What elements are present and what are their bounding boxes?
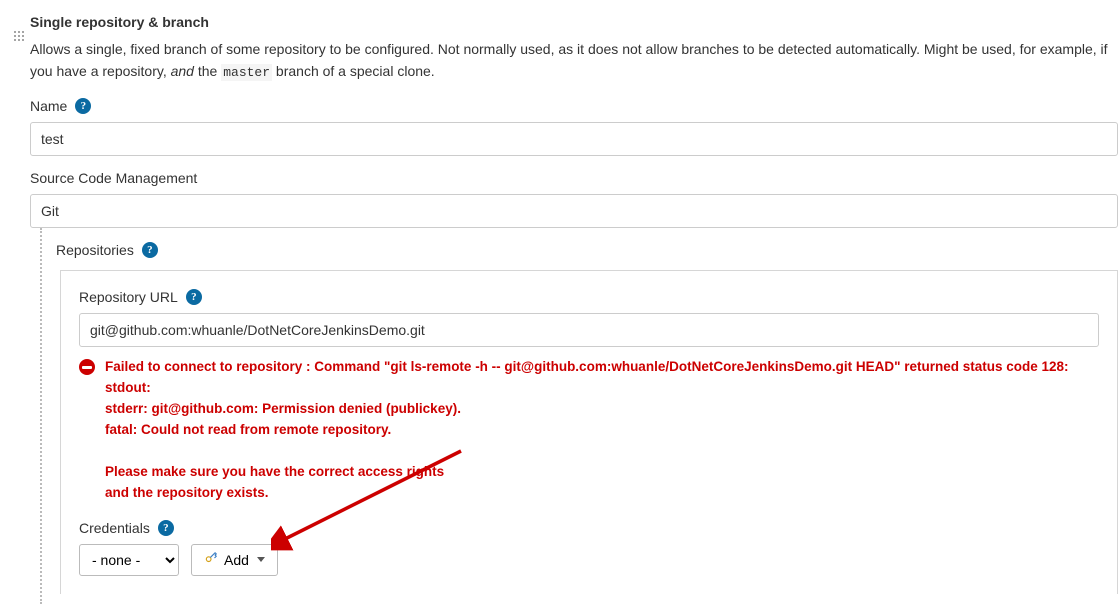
add-credentials-button[interactable]: Add — [191, 544, 278, 576]
error-text: Failed to connect to repository : Comman… — [105, 357, 1069, 503]
repositories-label: Repositories — [56, 242, 134, 258]
repo-url-input[interactable] — [79, 313, 1099, 347]
section-title: Single repository & branch — [30, 14, 1118, 30]
drag-handle-icon[interactable] — [14, 31, 24, 41]
add-button-label: Add — [224, 552, 249, 568]
help-icon[interactable]: ? — [75, 98, 91, 114]
credentials-label: Credentials — [79, 520, 150, 536]
help-icon[interactable]: ? — [186, 289, 202, 305]
desc-code: master — [221, 64, 272, 81]
credentials-select[interactable]: - none - — [79, 544, 179, 576]
scm-label: Source Code Management — [30, 170, 197, 186]
name-label: Name — [30, 98, 67, 114]
desc-text-2: branch of a special clone. — [272, 63, 435, 79]
help-icon[interactable]: ? — [158, 520, 174, 536]
name-input[interactable] — [30, 122, 1118, 156]
error-icon — [79, 359, 95, 375]
key-icon — [204, 551, 218, 568]
repo-url-label: Repository URL — [79, 289, 178, 305]
error-block: Failed to connect to repository : Comman… — [79, 357, 1099, 503]
section-description: Allows a single, fixed branch of some re… — [30, 38, 1118, 84]
desc-the: the — [194, 63, 221, 79]
scm-input[interactable] — [30, 194, 1118, 228]
help-icon[interactable]: ? — [142, 242, 158, 258]
desc-and: and — [171, 63, 194, 79]
